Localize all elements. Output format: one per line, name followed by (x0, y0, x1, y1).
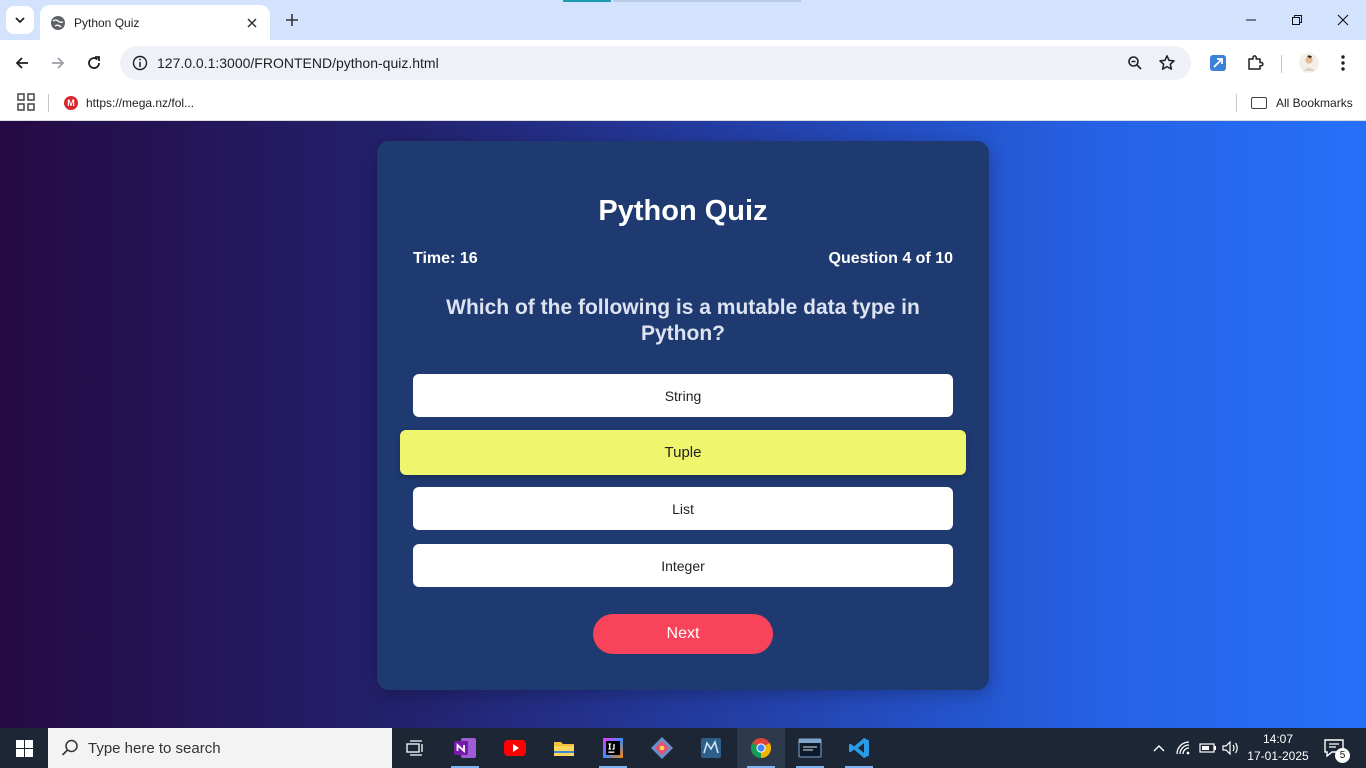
forward-button[interactable] (43, 48, 73, 78)
option-list-button[interactable]: List (413, 487, 953, 530)
quiz-card: Python Quiz Time: 16 Question 4 of 10 Wh… (377, 141, 989, 690)
tab-title: Python Quiz (74, 15, 140, 30)
browser-tab[interactable]: Python Quiz (40, 5, 270, 40)
next-button[interactable]: Next (593, 614, 773, 654)
folder-icon (1251, 97, 1267, 109)
option-integer-button[interactable]: Integer (413, 544, 953, 587)
bookmark-star-icon[interactable] (1155, 51, 1179, 75)
globe-icon (50, 15, 66, 31)
start-button[interactable] (0, 728, 48, 768)
minimize-button[interactable] (1228, 0, 1274, 40)
close-window-button[interactable] (1320, 0, 1366, 40)
tab-loading-indicator (563, 0, 611, 2)
arrow-left-icon (15, 57, 28, 69)
youtube-icon (504, 740, 526, 756)
extensions-puzzle-icon[interactable] (1242, 50, 1268, 76)
zoom-icon[interactable] (1123, 51, 1147, 75)
url-text: 127.0.0.1:3000/FRONTEND/python-quiz.html (157, 55, 439, 71)
bookmark-mega[interactable]: M https://mega.nz/fol... (64, 92, 194, 114)
search-placeholder: Type here to search (88, 739, 221, 757)
timer-text: Time: 16 (413, 250, 478, 267)
task-view-button[interactable] (392, 728, 440, 768)
network-status[interactable] (1172, 728, 1196, 768)
bookmarks-separator (1236, 94, 1237, 112)
extension-app-icon[interactable] (1205, 50, 1231, 76)
chrome-icon (751, 738, 771, 758)
wifi-icon (1176, 741, 1190, 755)
windows-logo-icon (15, 739, 33, 757)
toolbar-separator (1281, 55, 1282, 73)
speaker-icon (1222, 741, 1238, 755)
battery-icon (1199, 743, 1216, 753)
bookmarks-separator (48, 94, 49, 112)
site-info-icon[interactable] (128, 51, 152, 75)
all-bookmarks-label: All Bookmarks (1276, 96, 1353, 110)
apps-grid-icon[interactable] (17, 93, 35, 111)
notification-count-badge: 5 (1335, 748, 1350, 763)
arrow-right-icon (52, 57, 65, 69)
taskbar-mysql-workbench[interactable] (687, 728, 735, 768)
page-viewport: Python Quiz Time: 16 Question 4 of 10 Wh… (0, 121, 1366, 728)
task-view-icon (406, 740, 423, 756)
battery-status[interactable] (1196, 728, 1220, 768)
bookmarks-bar: M https://mega.nz/fol... All Bookmarks (0, 86, 1366, 121)
plus-icon (286, 14, 298, 26)
question-progress: Question 4 of 10 (828, 250, 953, 267)
windows-taskbar: Type here to search 14:07 17-01-2025 5 (0, 728, 1366, 768)
restore-icon (1292, 15, 1302, 25)
profile-avatar[interactable] (1296, 50, 1322, 76)
all-bookmarks-button[interactable]: All Bookmarks (1251, 92, 1353, 114)
reload-button[interactable] (79, 48, 109, 78)
taskbar-intellij[interactable] (589, 728, 637, 768)
system-clock[interactable]: 14:07 17-01-2025 (1240, 731, 1316, 765)
bookmark-label: https://mega.nz/fol... (86, 96, 195, 110)
taskbar-file-explorer[interactable] (540, 728, 588, 768)
close-icon (1337, 14, 1349, 26)
address-bar[interactable]: 127.0.0.1:3000/FRONTEND/python-quiz.html (120, 46, 1191, 80)
chevron-up-icon (1153, 745, 1165, 752)
taskbar-search-input[interactable]: Type here to search (48, 728, 392, 768)
clock-time: 14:07 (1262, 732, 1294, 746)
tab-search-button[interactable] (6, 6, 34, 34)
mysql-workbench-icon (701, 738, 721, 758)
git-diamond-icon (651, 737, 673, 759)
search-icon (61, 739, 78, 756)
taskbar-onenote[interactable] (441, 728, 489, 768)
tab-strip-highlight (613, 0, 801, 2)
taskbar-youtube[interactable] (491, 728, 539, 768)
taskbar-vscode[interactable] (835, 728, 883, 768)
chevron-down-icon (15, 17, 25, 24)
folder-icon (554, 742, 574, 756)
clock-date: 17-01-2025 (1247, 749, 1309, 763)
taskbar-chrome[interactable] (737, 728, 785, 768)
taskbar-git-tool[interactable] (638, 728, 686, 768)
quiz-title: Python Quiz (598, 195, 768, 227)
close-tab-icon[interactable] (244, 15, 260, 31)
back-button[interactable] (7, 48, 37, 78)
onenote-icon (454, 738, 476, 758)
terminal-icon (798, 738, 822, 758)
reload-icon (88, 56, 100, 69)
new-tab-button[interactable] (280, 8, 304, 32)
browser-tab-strip: Python Quiz (0, 0, 1366, 40)
restore-button[interactable] (1274, 0, 1320, 40)
show-hidden-icons-button[interactable] (1147, 728, 1171, 768)
option-tuple-button[interactable]: Tuple (400, 430, 966, 475)
option-string-button[interactable]: String (413, 374, 953, 417)
minimize-icon (1246, 19, 1256, 21)
browser-toolbar: 127.0.0.1:3000/FRONTEND/python-quiz.html (0, 40, 1366, 86)
intellij-icon (603, 738, 623, 758)
vscode-icon (849, 738, 869, 758)
taskbar-mysql-client[interactable] (786, 728, 834, 768)
mega-logo-icon: M (64, 96, 78, 110)
menu-kebab-icon[interactable] (1330, 50, 1356, 76)
question-text: Which of the following is a mutable data… (446, 296, 920, 345)
